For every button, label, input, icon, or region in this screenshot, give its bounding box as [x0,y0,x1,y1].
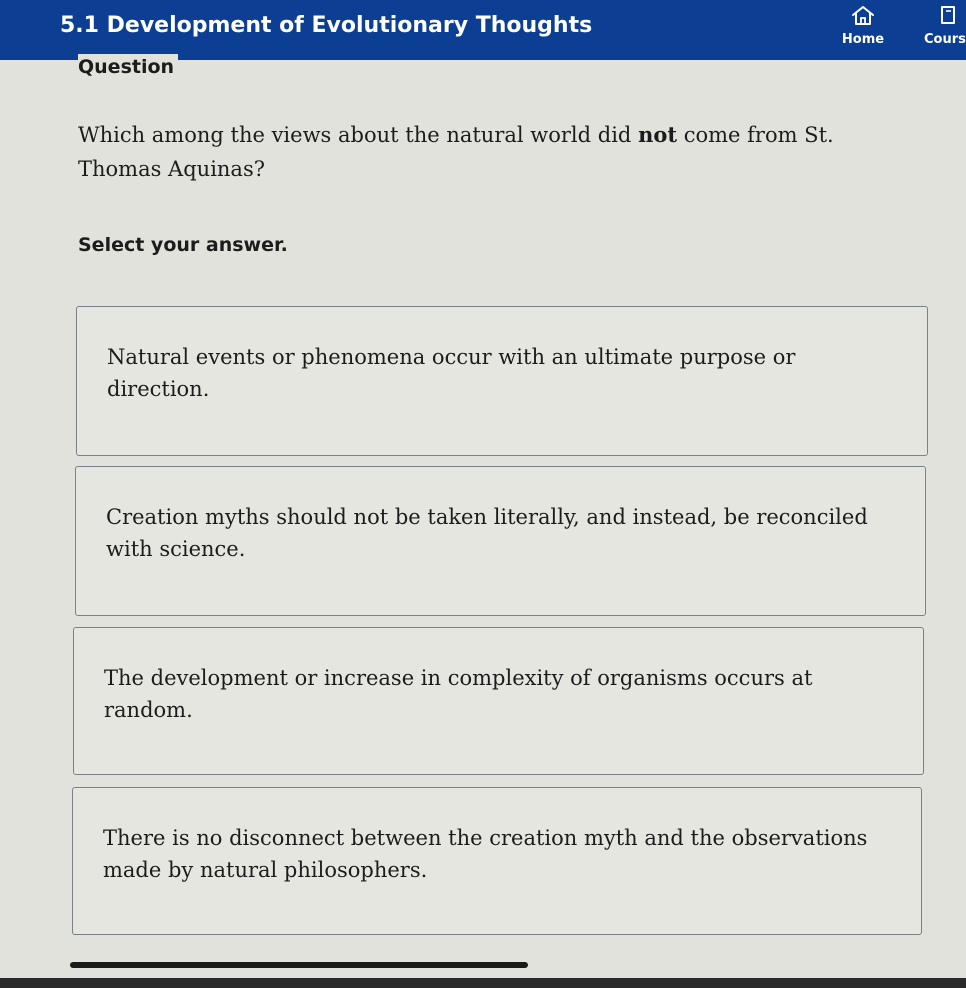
answer-option-1[interactable]: Natural events or phenomena occur with a… [76,306,928,456]
top-navigation-bar: 5.1 Development of Evolutionary Thoughts… [0,0,966,60]
home-icon [852,6,874,25]
answer-option-text: The development or increase in complexit… [104,666,813,722]
answer-instruction: Select your answer. [78,234,288,256]
answer-option-text: Natural events or phenomena occur with a… [107,345,796,401]
prompt-emphasis: not [638,122,678,147]
prompt-text-start: Which among the views about the natural … [78,123,639,147]
answer-option-text: Creation myths should not be taken liter… [106,505,868,561]
scroll-indicator [70,962,528,968]
answer-option-4[interactable]: There is no disconnect between the creat… [72,787,922,935]
answer-option-text: There is no disconnect between the creat… [103,826,868,882]
question-section-label: Question [78,54,179,78]
answer-option-2[interactable]: Creation myths should not be taken liter… [75,466,926,616]
home-label: Home [841,32,885,47]
bottom-edge [0,978,966,988]
courses-icon [941,6,955,24]
answer-option-3[interactable]: The development or increase in complexit… [73,627,924,775]
question-prompt: Which among the views about the natural … [78,118,918,186]
page-title: 5.1 Development of Evolutionary Thoughts [60,13,593,38]
courses-button[interactable]: Cours [924,4,966,52]
home-button[interactable]: Home [836,4,890,52]
courses-label: Cours [924,32,966,47]
